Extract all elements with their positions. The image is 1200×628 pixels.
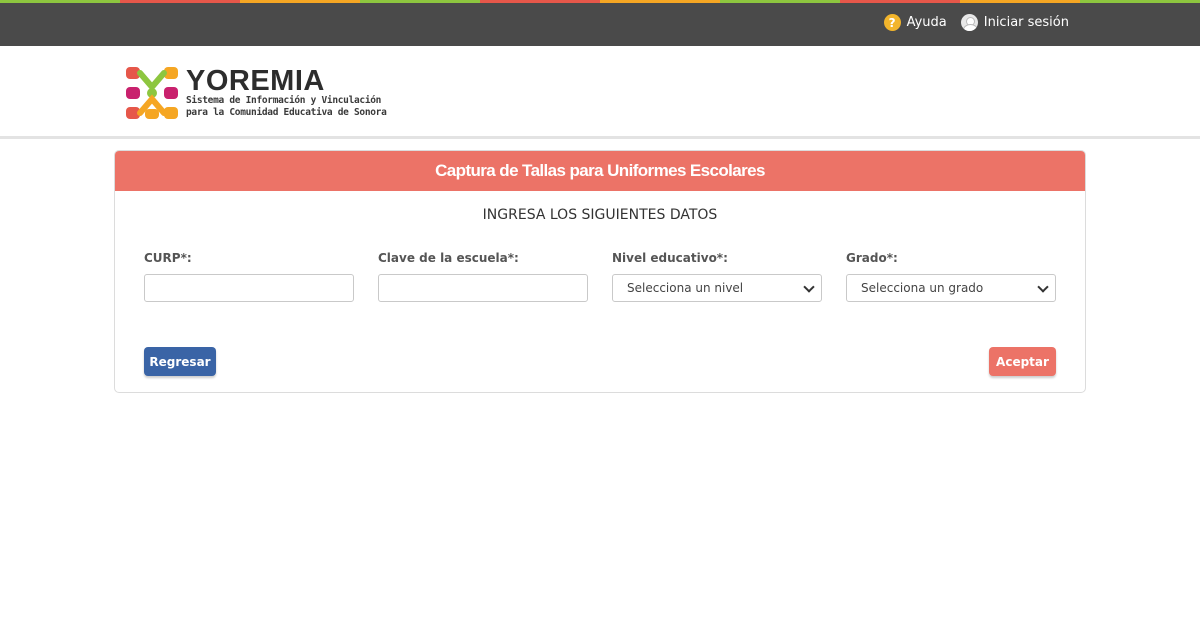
help-label: Ayuda [906,15,947,30]
level-selected-value: Selecciona un nivel [627,281,744,295]
level-select[interactable]: Selecciona un nivel [612,274,822,302]
grade-label: Grado*: [846,251,898,265]
curp-label: CURP*: [144,251,192,265]
help-link[interactable]: ? Ayuda [883,14,947,31]
user-icon [960,14,978,31]
yoremia-logo[interactable]: YOREMIA Sistema de Información y Vincula… [126,67,387,119]
brand-subtitle-line2: para la Comunidad Educativa de Sonora [186,107,387,118]
grade-field-group: Grado*: Selecciona un grado [846,251,1056,302]
school-field-group: Clave de la escuela*: [378,251,588,302]
question-circle-icon: ? [883,14,901,31]
brand-name: YOREMIA [186,65,325,97]
grade-select[interactable]: Selecciona un grado [846,274,1056,302]
chevron-down-icon [803,281,815,293]
curp-input[interactable] [144,274,354,302]
logo-text: YOREMIA Sistema de Información y Vincula… [186,67,387,119]
login-label: Iniciar sesión [983,15,1069,30]
level-label: Nivel educativo*: [612,251,728,265]
form-card: Captura de Tallas para Uniformes Escolar… [114,150,1086,393]
level-field-group: Nivel educativo*: Selecciona un nivel [612,251,822,302]
chevron-down-icon [1037,281,1049,293]
brand-subtitle-line1: Sistema de Información y Vinculación [186,95,382,106]
form-fields: CURP*: Clave de la escuela*: Nivel educa… [144,251,1056,302]
login-link[interactable]: Iniciar sesión [960,14,1069,31]
logo-mark-icon [126,67,178,119]
top-links: ? Ayuda Iniciar sesión [883,14,1069,31]
school-key-label: Clave de la escuela*: [378,251,519,265]
form-title: Captura de Tallas para Uniformes Escolar… [115,151,1085,191]
top-bar: ? Ayuda Iniciar sesión [0,3,1200,46]
back-button[interactable]: Regresar [144,347,216,376]
site-header: YOREMIA Sistema de Información y Vincula… [0,46,1200,139]
grade-selected-value: Selecciona un grado [861,281,984,295]
accept-button[interactable]: Aceptar [989,347,1056,376]
curp-field-group: CURP*: [144,251,354,302]
school-key-input[interactable] [378,274,588,302]
form-subtitle: INGRESA LOS SIGUIENTES DATOS [482,207,718,223]
